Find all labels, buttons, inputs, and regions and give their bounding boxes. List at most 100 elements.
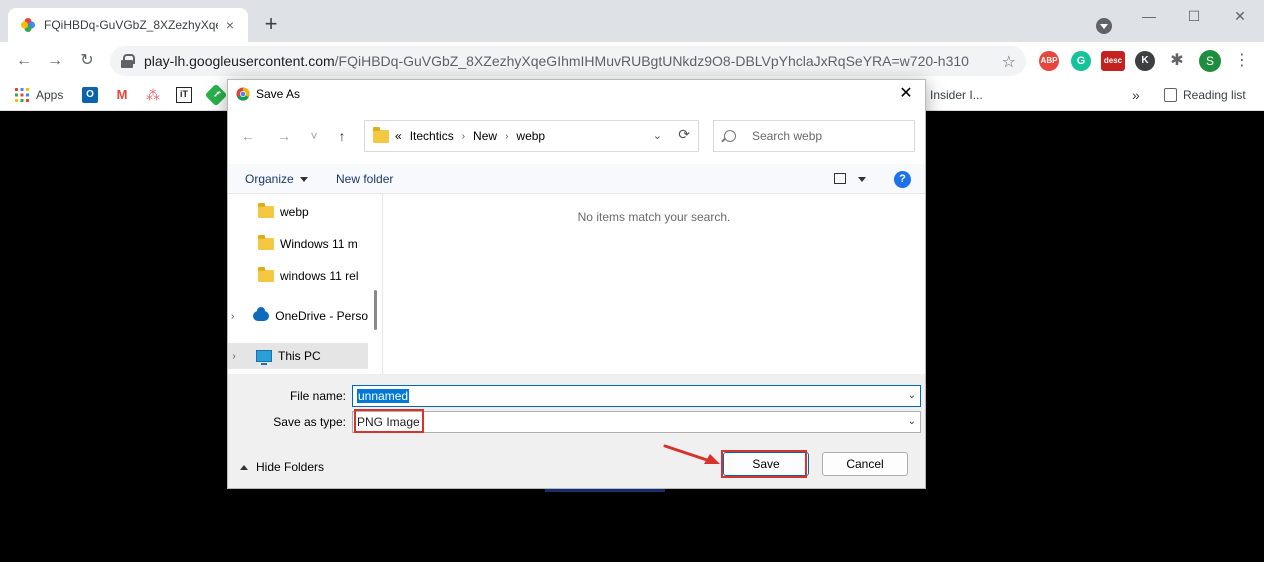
- file-name-value: unnamed: [357, 389, 410, 403]
- search-placeholder: Search webp: [752, 129, 823, 143]
- bookmarks-overflow-icon[interactable]: »: [1132, 85, 1140, 105]
- empty-results-message: No items match your search.: [577, 210, 731, 224]
- nav-pane-scrollbar[interactable]: [373, 194, 382, 374]
- red-pointer-arrow-icon: [663, 444, 720, 464]
- save-as-dialog: Save As ✕ ← → ˅ ↑ « Itechtics › New › we…: [227, 79, 926, 489]
- cancel-button[interactable]: Cancel: [822, 452, 908, 476]
- gmail-icon: M: [116, 87, 128, 102]
- folder-icon: [258, 267, 274, 282]
- minimize-button[interactable]: —: [1127, 4, 1171, 28]
- new-folder-button[interactable]: New folder: [336, 172, 393, 186]
- expand-chevron-icon[interactable]: ›: [228, 311, 237, 322]
- tab-close-icon[interactable]: ×: [222, 17, 238, 33]
- bookmark-star-icon[interactable]: ☆: [1002, 52, 1016, 72]
- file-name-dropdown-icon[interactable]: ⌄: [908, 390, 916, 401]
- dialog-forward-icon[interactable]: →: [274, 126, 294, 146]
- breadcrumb-prefix[interactable]: «: [395, 129, 402, 143]
- breadcrumb-separator[interactable]: ›: [505, 131, 508, 142]
- expand-chevron-icon[interactable]: ›: [228, 351, 240, 362]
- search-icon: [724, 130, 736, 142]
- hide-folders-label: Hide Folders: [256, 460, 325, 474]
- desc-extension-icon[interactable]: desc: [1101, 51, 1125, 71]
- refresh-icon[interactable]: ⟳: [678, 126, 690, 143]
- maximize-button[interactable]: ☐: [1172, 4, 1216, 28]
- up-folder-icon[interactable]: ↑: [332, 126, 352, 146]
- lock-icon[interactable]: [120, 54, 135, 68]
- tab-strip: FQiHBDq-GuVGbZ_8XZezhyXqeG × + — ☐ ✕: [0, 0, 1264, 42]
- reading-list-label: Reading list: [1183, 88, 1246, 102]
- dialog-titlebar: Save As ✕: [228, 80, 925, 110]
- grammarly-icon[interactable]: G: [1071, 51, 1091, 71]
- file-name-input[interactable]: unnamed ⌄: [352, 385, 921, 407]
- breadcrumb-separator[interactable]: ›: [462, 131, 465, 142]
- bookmark-apps-label: Apps: [36, 88, 64, 102]
- dialog-close-icon[interactable]: ✕: [895, 83, 917, 105]
- dialog-title: Save As: [256, 87, 301, 101]
- save-type-label: Save as type:: [273, 415, 346, 429]
- reload-icon[interactable]: ↻: [75, 49, 99, 73]
- help-icon[interactable]: ?: [894, 171, 911, 188]
- url-host: play-lh.googleusercontent.com: [144, 53, 335, 69]
- view-options-icon[interactable]: [834, 173, 846, 184]
- file-fields: File name: unnamed ⌄ Save as type: PNG I…: [228, 374, 925, 438]
- bookmark-outlook[interactable]: O: [82, 85, 104, 105]
- save-type-dropdown-icon[interactable]: ⌄: [908, 416, 916, 427]
- dialog-footer: Hide Folders Save Cancel: [228, 438, 925, 488]
- k-extension-icon[interactable]: K: [1135, 51, 1155, 71]
- address-dropdown-icon[interactable]: ⌄: [653, 129, 662, 142]
- back-arrow-icon[interactable]: ←: [12, 49, 36, 73]
- browser-tab[interactable]: FQiHBDq-GuVGbZ_8XZezhyXqeG ×: [8, 8, 248, 42]
- organize-menu[interactable]: Organize: [245, 172, 308, 186]
- nav-item-label: This PC: [278, 349, 321, 363]
- nav-item-this-pc[interactable]: › This PC: [228, 343, 368, 369]
- dialog-body: webp Windows 11 m windows 11 rel › OneDr…: [228, 194, 925, 374]
- bookmark-itechtics[interactable]: iT: [176, 85, 198, 105]
- nav-item-label: OneDrive - Perso: [275, 309, 368, 323]
- bookmark-asana[interactable]: ⁂: [145, 85, 167, 105]
- nav-item-label: windows 11 rel: [280, 269, 359, 283]
- bookmark-apps[interactable]: Apps: [14, 85, 63, 105]
- bookmark-gmail[interactable]: M: [114, 85, 136, 105]
- dialog-navigation: ← → ˅ ↑ « Itechtics › New › webp ⌄ ⟳ Sea…: [228, 116, 925, 156]
- adblock-plus-icon[interactable]: ABP: [1039, 51, 1059, 71]
- asana-icon: ⁂: [146, 87, 160, 103]
- address-bar[interactable]: play-lh.googleusercontent.com/FQiHBDq-Gu…: [110, 46, 1026, 76]
- dialog-address-bar[interactable]: « Itechtics › New › webp ⌄ ⟳: [364, 120, 699, 152]
- navigation-pane: webp Windows 11 m windows 11 rel › OneDr…: [228, 194, 383, 374]
- new-tab-button[interactable]: +: [258, 12, 284, 38]
- breadcrumb-webp[interactable]: webp: [516, 129, 545, 143]
- nav-item-label: Windows 11 m: [280, 237, 358, 251]
- highlight-box-save: [721, 450, 807, 478]
- apps-grid-icon: [15, 88, 29, 102]
- chrome-menu-icon[interactable]: ⋮: [1234, 50, 1250, 72]
- window-close-button[interactable]: ✕: [1218, 4, 1262, 28]
- file-name-label: File name:: [289, 389, 346, 403]
- bookmark-insider[interactable]: d Insider I...: [920, 85, 983, 105]
- nav-item-webp[interactable]: webp: [228, 199, 368, 225]
- forward-arrow-icon[interactable]: →: [43, 49, 67, 73]
- nav-item-onedrive[interactable]: › OneDrive - Perso: [228, 303, 368, 329]
- nav-pane-scroll-thumb[interactable]: [374, 290, 377, 330]
- hide-folders-button[interactable]: Hide Folders: [240, 460, 324, 474]
- view-dropdown-icon[interactable]: [858, 177, 866, 182]
- reading-list-button[interactable]: Reading list: [1164, 85, 1246, 105]
- dialog-search-input[interactable]: Search webp: [713, 120, 915, 152]
- dialog-back-icon[interactable]: ←: [238, 126, 258, 146]
- breadcrumb-itechtics[interactable]: Itechtics: [410, 129, 454, 143]
- save-type-select[interactable]: PNG Image ⌄: [352, 411, 921, 433]
- nav-item-windows-11-rel[interactable]: windows 11 rel: [228, 263, 368, 289]
- outlook-icon: O: [82, 87, 98, 103]
- nav-item-windows-11-m[interactable]: Windows 11 m: [228, 231, 368, 257]
- tab-search-icon[interactable]: [1096, 18, 1112, 34]
- recent-locations-icon[interactable]: ˅: [304, 126, 324, 146]
- folder-icon: [373, 126, 389, 143]
- tab-title: FQiHBDq-GuVGbZ_8XZezhyXqeG: [44, 18, 218, 32]
- this-pc-icon: [256, 350, 272, 365]
- extensions-puzzle-icon[interactable]: ✱: [1167, 51, 1187, 71]
- profile-avatar[interactable]: S: [1199, 50, 1221, 72]
- folder-icon: [258, 203, 274, 218]
- bookmark-insider-label: d Insider I...: [920, 88, 983, 102]
- breadcrumb-new[interactable]: New: [473, 129, 497, 143]
- url-text[interactable]: play-lh.googleusercontent.com/FQiHBDq-Gu…: [144, 53, 1026, 69]
- feedly-icon: f: [204, 83, 228, 107]
